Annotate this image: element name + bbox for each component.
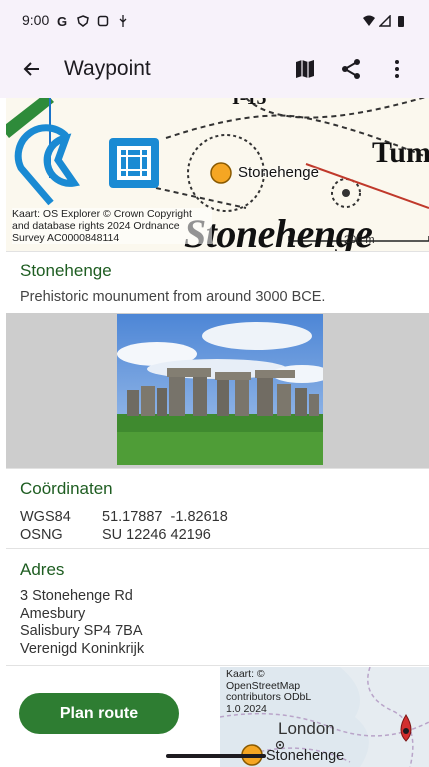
address-heading: Adres <box>20 560 65 579</box>
svg-text:G: G <box>57 15 67 27</box>
address-block[interactable]: 3 Stonehenge Rd Amesbury Salisbury SP4 7… <box>20 588 144 658</box>
coordinate-row[interactable]: OSNG SU 12246 42196 <box>20 526 228 544</box>
coordinate-value: 51.17887 -1.82618 <box>102 509 228 525</box>
divider <box>6 468 429 469</box>
arrow-back-icon <box>23 62 39 76</box>
more-vert-icon <box>395 60 399 78</box>
map-city-label: London <box>278 719 335 738</box>
gesture-nav-handle[interactable] <box>166 754 266 758</box>
battery-icon <box>395 14 407 27</box>
status-time: 9:00 <box>22 12 50 28</box>
waypoint-photo[interactable] <box>117 314 323 465</box>
coordinate-label: OSNG <box>20 527 63 543</box>
usb-icon <box>117 14 129 27</box>
screenshot-icon <box>97 14 109 27</box>
coordinate-row[interactable]: WGS84 51.17887 -1.82618 <box>20 508 228 526</box>
map-button[interactable] <box>285 49 325 89</box>
map-marker-label: Stonehenge <box>238 164 319 181</box>
share-icon <box>342 59 360 79</box>
coordinates-heading: Coördinaten <box>20 479 113 498</box>
overview-map-attribution: Kaart: © OpenStreetMap contributors ODbL… <box>226 668 311 715</box>
overview-map[interactable]: Kaart: © OpenStreetMap contributors ODbL… <box>220 667 429 767</box>
waypoint-map[interactable]: I-15 Tum Stonehenge Stonehenge 200 m Kaa… <box>6 98 429 251</box>
back-button[interactable] <box>12 49 52 89</box>
signal-icon <box>378 14 391 27</box>
status-bar: 9:00 G <box>0 0 429 40</box>
coordinate-value: SU 12246 42196 <box>102 527 211 543</box>
more-options-button[interactable] <box>377 49 417 89</box>
svg-text:I-15: I-15 <box>232 98 266 109</box>
app-bar: Waypoint <box>0 40 429 98</box>
overview-marker-label: Stonehenge <box>266 748 345 764</box>
divider <box>6 665 429 666</box>
map-attribution: Kaart: OS Explorer © Crown Copyright and… <box>12 208 212 244</box>
address-line: Salisbury SP4 7BA <box>20 623 143 639</box>
divider <box>6 251 429 252</box>
photo-band <box>6 313 429 468</box>
map-scale-label: 200 m <box>344 234 375 246</box>
address-line: 3 Stonehenge Rd <box>20 588 133 604</box>
map-label-tum: Tum <box>372 136 429 169</box>
page-title: Waypoint <box>64 57 151 80</box>
address-line: Amesbury <box>20 605 86 622</box>
plan-route-button[interactable]: Plan route <box>19 693 179 734</box>
coordinate-label: WGS84 <box>20 509 71 525</box>
waypoint-description: Prehistoric mounument from around 3000 B… <box>20 289 326 305</box>
divider <box>6 548 429 549</box>
wifi-icon <box>363 14 375 26</box>
shield-icon <box>77 14 90 27</box>
share-button[interactable] <box>331 49 371 89</box>
coordinates-list: WGS84 51.17887 -1.82618 OSNG SU 12246 42… <box>20 508 228 544</box>
waypoint-name: Stonehenge <box>20 261 112 280</box>
google-icon: G <box>57 14 69 29</box>
map-icon <box>296 60 314 78</box>
address-line: Verenigd Koninkrijk <box>20 640 145 657</box>
